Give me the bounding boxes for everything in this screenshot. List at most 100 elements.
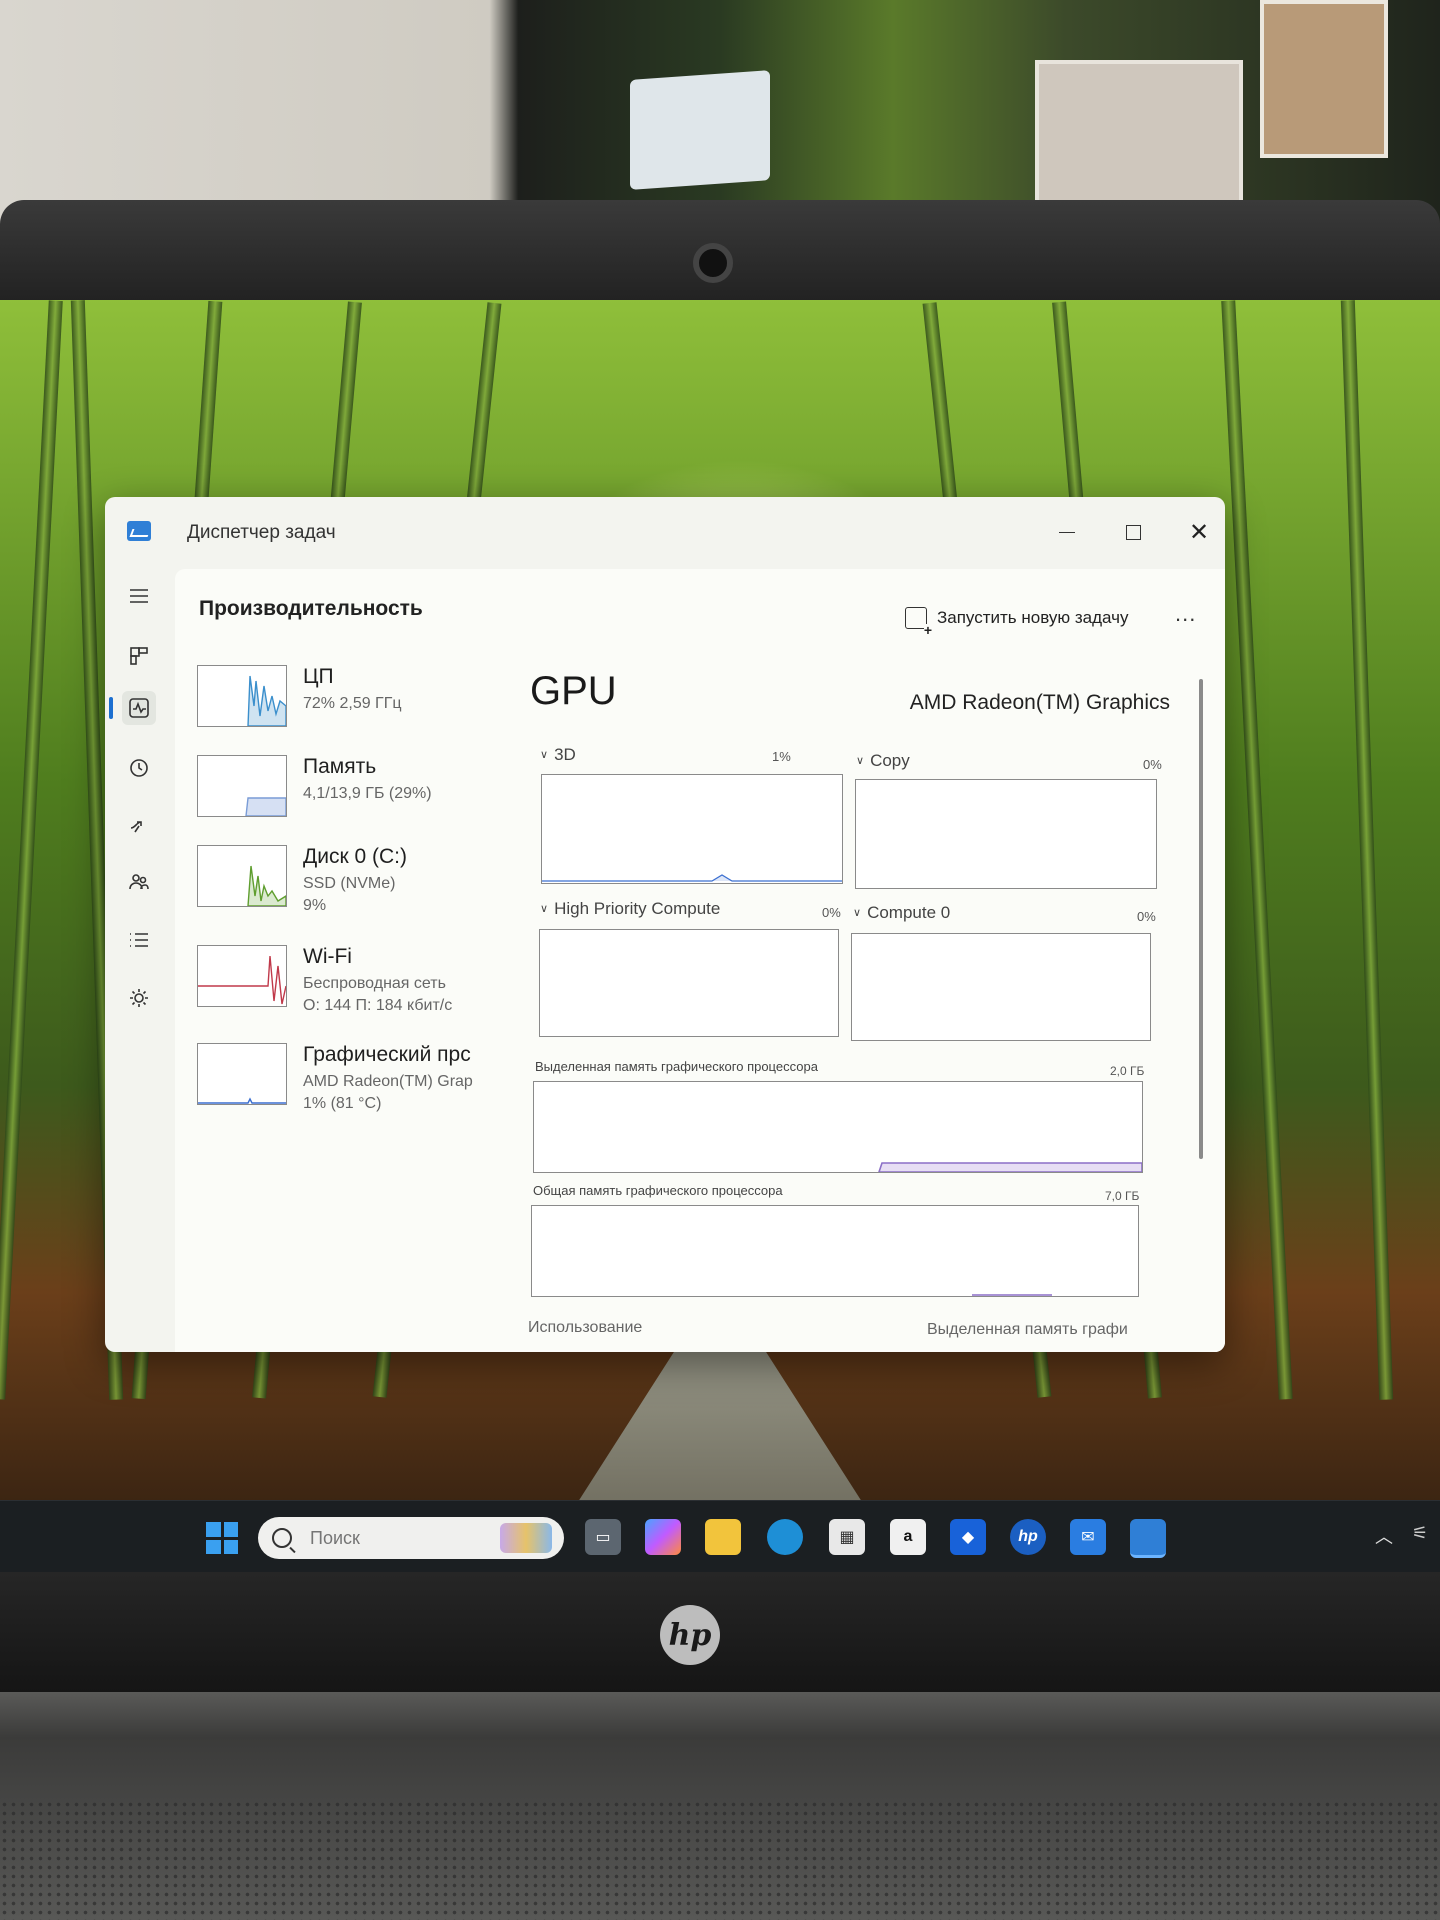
edge-icon[interactable] [767, 1519, 803, 1555]
shared-memory-label: Общая память графического процессора [533, 1183, 783, 1198]
run-new-task-label: Запустить новую задачу [937, 608, 1129, 627]
maximize-button[interactable] [1105, 511, 1161, 553]
gpu-device-text: Графический прс AMD Radeon(TM) Grap 1% (… [303, 1043, 493, 1123]
device-detail: 4,1/13,9 ГБ (29%) [303, 785, 432, 802]
startup-icon [130, 821, 142, 833]
services-icon [130, 989, 148, 1007]
gpu-thumbnail-graph [197, 1043, 287, 1105]
close-icon: ✕ [1188, 518, 1210, 546]
device-name: Графический прс [303, 1043, 471, 1066]
engine-compute0-graph [851, 933, 1151, 1041]
nav-app-history[interactable] [122, 751, 156, 785]
device-name: Память [303, 755, 377, 778]
engine-3d-selector[interactable]: ∨ 3D [540, 745, 576, 765]
device-name: Диск 0 (C:) [303, 845, 407, 868]
run-new-task-button[interactable]: Запустить новую задачу [905, 607, 1129, 636]
cpu-mini-graph [247, 675, 286, 726]
chevron-up-icon[interactable]: ︿ [1375, 1523, 1393, 1549]
menu-button[interactable] [122, 579, 156, 613]
maximize-icon [1125, 524, 1141, 540]
engine-copy-graph [855, 779, 1157, 889]
nav-startup[interactable] [122, 809, 156, 843]
engine-percent: 0% [1143, 757, 1162, 772]
bamboo-stalk [1340, 300, 1394, 1400]
hp-icon[interactable]: hp [1010, 1519, 1046, 1555]
search-input[interactable] [308, 1526, 492, 1550]
taskbar: ▭ ▦ a ◆ hp ✉ ︿ ⚟ [0, 1500, 1440, 1573]
store-icon[interactable]: ▦ [829, 1519, 865, 1555]
more-options-button[interactable]: ... [1175, 601, 1196, 627]
users-icon [129, 874, 149, 890]
mail-icon[interactable]: ✉ [1070, 1519, 1106, 1555]
engine-high-priority-graph [539, 929, 839, 1037]
taskbar-search[interactable] [258, 1517, 564, 1559]
nav-sidebar [105, 567, 175, 1352]
device-cpu[interactable]: ЦП 72% 2,59 ГГц [197, 665, 497, 745]
copilot-icon[interactable] [645, 1519, 681, 1555]
nav-processes[interactable] [122, 639, 156, 673]
shared-memory-line [972, 1294, 1052, 1296]
dropbox-icon[interactable]: ◆ [950, 1519, 986, 1555]
dedicated-memory-footer-label: Выделенная память графи [927, 1321, 1128, 1338]
history-icon [130, 759, 148, 777]
task-view-icon[interactable]: ▭ [585, 1519, 621, 1555]
dedicated-memory-line [877, 1162, 1143, 1173]
windows-logo-quad [223, 1539, 238, 1554]
device-gpu[interactable]: Графический прс AMD Radeon(TM) Grap 1% (… [197, 1043, 497, 1123]
menu-icon [130, 589, 148, 603]
engine-percent: 0% [1137, 909, 1156, 924]
device-detail: 72% 2,59 ГГц [303, 695, 402, 712]
file-explorer-icon[interactable] [705, 1519, 741, 1555]
memory-thumbnail-graph [197, 755, 287, 817]
engine-percent: 0% [822, 905, 841, 920]
nav-users[interactable] [122, 865, 156, 899]
task-manager-icon[interactable] [1130, 1519, 1166, 1558]
device-wifi[interactable]: Wi-Fi Беспроводная сеть О: 144 П: 184 кб… [197, 945, 497, 1025]
device-usage: 1% (81 °C) [303, 1095, 382, 1112]
chevron-down-icon: ∨ [540, 903, 549, 915]
gpu-heading: GPU [530, 669, 617, 713]
engine-compute0-selector[interactable]: ∨ Compute 0 [853, 903, 950, 923]
device-disk[interactable]: Диск 0 (C:) SSD (NVMe) 9% [197, 845, 497, 925]
engine-label: High Priority Compute [554, 899, 721, 918]
device-detail: AMD Radeon(TM) Grap [303, 1073, 473, 1090]
amazon-icon[interactable]: a [890, 1519, 926, 1555]
dedicated-memory-label: Выделенная память графического процессор… [535, 1059, 818, 1074]
engine-3d-line [542, 874, 842, 882]
chevron-down-icon: ∨ [853, 907, 862, 919]
engine-high-priority-selector[interactable]: ∨ High Priority Compute [540, 899, 720, 919]
device-throughput: О: 144 П: 184 кбит/с [303, 997, 453, 1014]
device-memory[interactable]: Память 4,1/13,9 ГБ (29%) [197, 755, 497, 835]
nav-performance[interactable] [122, 691, 156, 725]
engine-label: Copy [870, 751, 910, 770]
minimize-button[interactable] [1039, 511, 1095, 553]
background-monitor [630, 70, 770, 190]
speaker-grille [0, 1800, 1440, 1920]
start-button[interactable] [206, 1522, 238, 1554]
minimize-icon [1059, 531, 1075, 533]
window-title: Диспетчер задач [187, 522, 336, 543]
nav-details[interactable] [122, 923, 156, 957]
device-name: Wi-Fi [303, 945, 352, 968]
windows-logo-quad [206, 1539, 221, 1554]
title-bar[interactable]: Диспетчер задач ✕ [105, 497, 1225, 567]
device-name: ЦП [303, 665, 334, 688]
memory-mini-graph [245, 797, 286, 816]
dedicated-memory-max: 2,0 ГБ [1110, 1064, 1145, 1078]
usage-label: Использование [528, 1319, 643, 1336]
processes-icon [130, 647, 148, 665]
gpu-mini-graph [198, 1097, 286, 1104]
engine-percent: 1% [772, 749, 791, 764]
device-usage: 9% [303, 897, 327, 914]
close-button[interactable]: ✕ [1171, 511, 1225, 553]
page-title: Производительность [199, 597, 423, 620]
device-detail: SSD (NVMe) [303, 875, 396, 892]
search-icon [272, 1528, 292, 1548]
wifi-thumbnail-graph [197, 945, 287, 1007]
background-photo-2 [1260, 0, 1388, 158]
shared-memory-max: 7,0 ГБ [1105, 1189, 1140, 1203]
nav-services[interactable] [122, 981, 156, 1015]
network-icon[interactable]: ⚟ [1412, 1523, 1428, 1544]
engine-copy-selector[interactable]: ∨ Copy [856, 751, 910, 771]
vertical-scrollbar[interactable] [1199, 679, 1203, 1159]
